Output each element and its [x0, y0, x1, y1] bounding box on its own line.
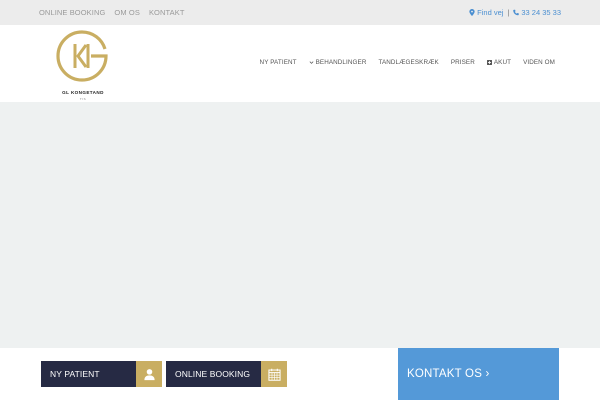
site-header: GL KONGETAND TIS NY PATIENT BEHANDLINGER… [0, 25, 600, 102]
site-logo[interactable]: GL KONGETAND TIS [55, 29, 111, 101]
logo-sub-text: TIS [79, 97, 87, 101]
kontakt-os-button[interactable]: KONTAKT OS › [398, 348, 559, 400]
user-icon-box [136, 361, 162, 387]
nav-item-behandlinger[interactable]: BEHANDLINGER [309, 59, 367, 66]
plus-square-icon [486, 60, 492, 65]
top-bar: ONLINE BOOKING OM OS KONTAKT Find vej | … [0, 0, 600, 25]
nav-item-ny-patient[interactable]: NY PATIENT [260, 59, 297, 66]
top-links: ONLINE BOOKING OM OS KONTAKT [39, 8, 185, 17]
nav-item-label: AKUT [493, 59, 512, 66]
nav-item-tandlaegeskraek[interactable]: TANDLÆGESKRÆK [378, 59, 438, 66]
ny-patient-label: NY PATIENT [41, 361, 136, 387]
online-booking-button[interactable]: ONLINE BOOKING [166, 361, 287, 387]
calendar-icon [267, 368, 281, 381]
nav-item-label: VIDEN OM [523, 59, 555, 66]
contact-separator: | [507, 8, 510, 17]
map-marker-icon [469, 9, 475, 16]
hero-area [0, 102, 600, 348]
calendar-icon-box [261, 361, 287, 387]
chevron-down-icon [309, 61, 314, 64]
top-link-om-os[interactable]: OM OS [114, 8, 140, 17]
phone-number-link[interactable]: 33 24 35 33 [521, 8, 561, 17]
top-link-online-booking[interactable]: ONLINE BOOKING [39, 8, 105, 17]
find-route-link[interactable]: Find vej [477, 8, 503, 17]
nav-item-label: NY PATIENT [259, 59, 297, 66]
main-nav: NY PATIENT BEHANDLINGER TANDLÆGESKRÆK PR… [260, 59, 555, 66]
top-link-kontakt[interactable]: KONTAKT [149, 8, 185, 17]
online-booking-label: ONLINE BOOKING [166, 361, 261, 387]
logo-brand-text: GL KONGETAND [62, 90, 104, 95]
nav-item-akut[interactable]: AKUT [486, 59, 512, 66]
phone-icon [513, 9, 520, 16]
ny-patient-button[interactable]: NY PATIENT [41, 361, 162, 387]
cta-bar: NY PATIENT ONLINE BOOKING KONTAKT OS › [0, 348, 600, 400]
nav-item-label: PRISER [450, 59, 475, 66]
nav-item-viden-om[interactable]: VIDEN OM [523, 59, 555, 66]
top-contact: Find vej | 33 24 35 33 [469, 8, 561, 17]
nav-item-label: BEHANDLINGER [315, 59, 367, 66]
logo-mark-icon [56, 30, 108, 82]
user-icon [143, 368, 155, 380]
nav-item-label: TANDLÆGESKRÆK [378, 59, 439, 66]
nav-item-priser[interactable]: PRISER [451, 59, 475, 66]
